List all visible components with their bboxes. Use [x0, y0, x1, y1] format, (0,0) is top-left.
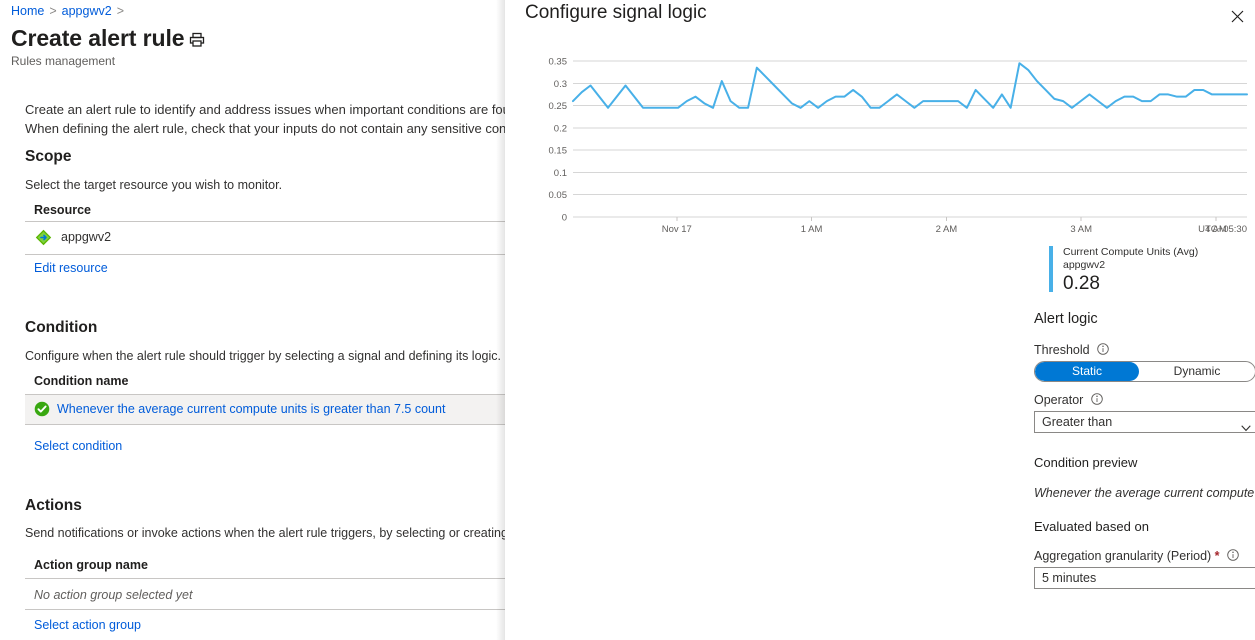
evaluated-based-on-heading: Evaluated based on [1034, 519, 1149, 534]
operator-label-text: Operator [1034, 393, 1084, 407]
breadcrumb-item-home[interactable]: Home [11, 4, 44, 18]
chart-y-tick-label: 0.2 [554, 123, 567, 134]
condition-preview-text: Whenever the average current compute uni… [1034, 486, 1255, 500]
select-condition-link[interactable]: Select condition [34, 439, 122, 453]
info-icon[interactable] [1097, 343, 1109, 355]
scope-description: Select the target resource you wish to m… [25, 178, 283, 192]
action-group-empty-text: No action group selected yet [34, 588, 193, 602]
breadcrumb-separator-2: > [116, 4, 125, 18]
resource-name: appgwv2 [61, 230, 112, 244]
chart-y-tick-label: 0.25 [549, 101, 568, 112]
chart-legend: Current Compute Units (Avg) appgwv2 0.28 [1049, 246, 1199, 294]
chart-x-tick-label: 2 AM [936, 224, 958, 235]
chart-y-tick-label: 0.3 [554, 79, 567, 90]
edit-resource-link[interactable]: Edit resource [34, 261, 108, 275]
condition-column-header: Condition name [34, 374, 129, 388]
required-marker: * [1214, 549, 1220, 563]
chart-timezone-label: UTC+05:30 [1198, 224, 1247, 235]
operator-select[interactable]: Greater than [1034, 411, 1255, 433]
chart-y-tick-label: 0.1 [554, 168, 567, 179]
metric-chart: 0.35 0.3 0.25 0.2 0.15 0.1 0.05 0 Nov 17 1 AM 2 AM… [525, 50, 1250, 245]
metric-chart-svg: 0.35 0.3 0.25 0.2 0.15 0.1 0.05 0 Nov 17 1 AM 2 AM… [549, 57, 1248, 235]
configure-signal-logic-blade: Configure signal logic 0.35 0.3 0.25 0.2 0.1… [505, 0, 1255, 640]
chart-y-tick-label: 0.35 [549, 57, 568, 68]
breadcrumb-separator: > [49, 4, 57, 18]
resource-row[interactable]: appgwv2 [25, 222, 505, 254]
condition-row[interactable]: Whenever the average current compute uni… [25, 395, 505, 424]
breadcrumb-item-appgwv2[interactable]: appgwv2 [62, 4, 112, 18]
chart-series-line [572, 62, 1248, 109]
page-title: Create alert rule [11, 25, 185, 51]
legend-resource-name: appgwv2 [1063, 259, 1106, 271]
scope-divider-bottom [25, 254, 505, 255]
breadcrumb: Home > appgwv2 > [11, 3, 129, 19]
action-group-column-header: Action group name [34, 558, 148, 572]
legend-metric-name: Current Compute Units (Avg) [1063, 246, 1199, 258]
panel-edge-shadow [496, 0, 505, 640]
chevron-down-icon [1241, 419, 1251, 432]
threshold-label: Threshold [1034, 343, 1109, 357]
info-icon[interactable] [1091, 393, 1103, 405]
chart-y-tick-label: 0 [562, 213, 567, 224]
page-subtitle: Rules management [11, 54, 116, 68]
application-gateway-icon [35, 229, 52, 246]
chart-y-tick-label: 0.05 [549, 190, 568, 201]
condition-divider-bottom [25, 424, 505, 425]
chart-x-tick-label: 1 AM [801, 224, 823, 235]
legend-current-value: 0.28 [1063, 273, 1100, 294]
select-action-group-link[interactable]: Select action group [34, 618, 141, 632]
scope-heading: Scope [25, 148, 72, 165]
condition-description: Configure when the alert rule should tri… [25, 349, 501, 363]
printer-icon[interactable] [188, 31, 206, 49]
condition-heading: Condition [25, 319, 98, 336]
threshold-type-toggle[interactable]: Static Dynamic [1034, 361, 1255, 382]
info-icon[interactable] [1227, 549, 1239, 561]
actions-heading: Actions [25, 497, 82, 514]
chart-x-tick-label: Nov 17 [662, 224, 692, 235]
aggregation-granularity-label: Aggregation granularity (Period) * [1034, 549, 1239, 563]
aggregation-granularity-label-text: Aggregation granularity (Period) [1034, 549, 1212, 563]
actions-divider-top [25, 578, 505, 579]
intro-line-1: Create an alert rule to identify and add… [25, 102, 505, 117]
actions-description: Send notifications or invoke actions whe… [25, 526, 505, 540]
green-check-icon [34, 401, 50, 417]
threshold-toggle-static[interactable]: Static [1035, 362, 1139, 381]
condition-preview-heading: Condition preview [1034, 455, 1138, 470]
threshold-toggle-dynamic[interactable]: Dynamic [1139, 362, 1255, 381]
actions-divider-bottom [25, 609, 505, 610]
intro-line-2: When defining the alert rule, check that… [25, 121, 505, 136]
aggregation-granularity-select[interactable]: 5 minutes [1034, 567, 1255, 589]
chart-x-tick-label: 3 AM [1070, 224, 1092, 235]
blade-title: Configure signal logic [525, 2, 707, 23]
aggregation-granularity-value: 5 minutes [1042, 571, 1097, 585]
intro-text: Create an alert rule to identify and add… [25, 100, 505, 138]
condition-item-label[interactable]: Whenever the average current compute uni… [57, 402, 445, 416]
azure-create-alert-rule-page: Home > appgwv2 > Create alert rule Rules ma… [0, 0, 1255, 640]
create-alert-rule-panel: Home > appgwv2 > Create alert rule Rules ma… [0, 0, 505, 640]
threshold-label-text: Threshold [1034, 343, 1090, 357]
operator-label: Operator [1034, 393, 1103, 407]
operator-value: Greater than [1042, 415, 1113, 429]
alert-logic-heading: Alert logic [1034, 311, 1098, 327]
close-icon[interactable] [1224, 3, 1250, 29]
resource-column-header: Resource [34, 203, 91, 217]
chart-y-tick-label: 0.15 [549, 146, 568, 157]
